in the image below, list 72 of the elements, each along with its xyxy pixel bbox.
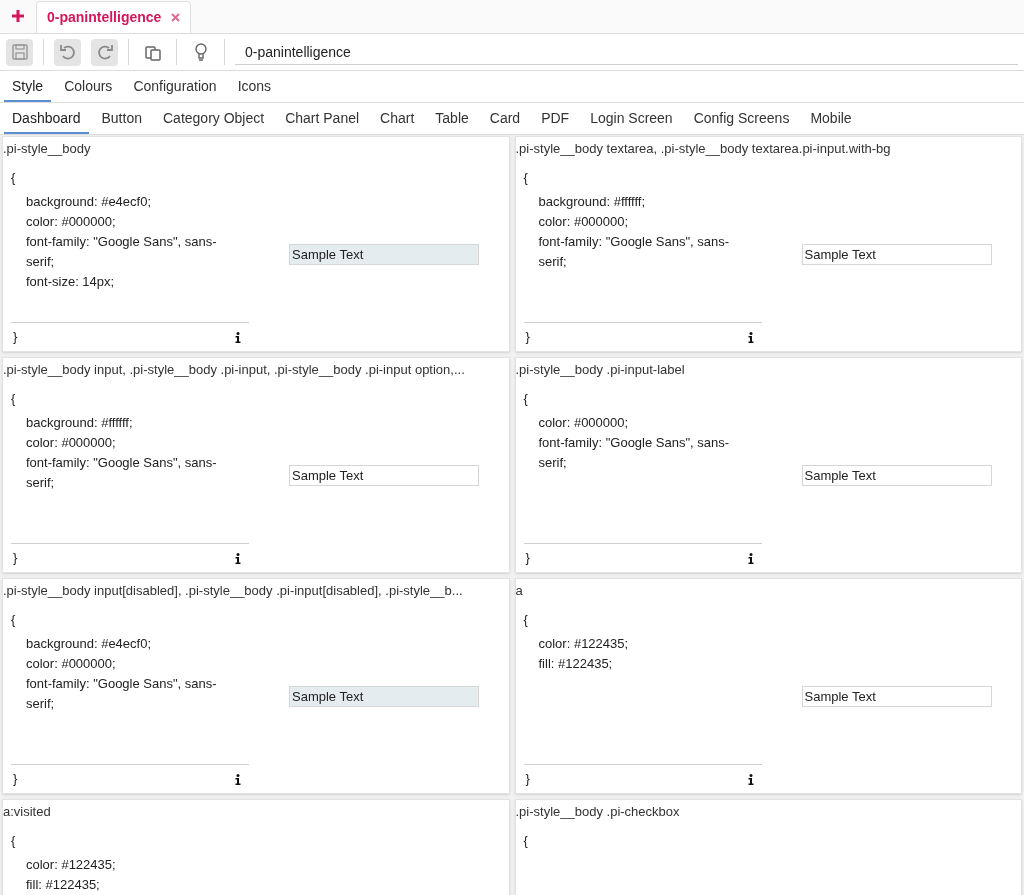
info-icon[interactable] <box>235 773 241 785</box>
sample-text-field[interactable]: Sample Text <box>801 243 992 265</box>
selector-title: .pi-style__body textarea, .pi-style__body textarea.pi-input.with-bg <box>515 140 892 157</box>
css-declaration: font-family: "Google Sans", sans-serif; <box>26 454 218 492</box>
tab[interactable]: Mobile <box>802 104 860 134</box>
undo-icon <box>57 42 78 62</box>
css-declaration: color: #000000; <box>538 414 630 432</box>
css-declaration: color: #000000; <box>26 213 117 231</box>
plus-icon <box>11 9 25 23</box>
css-declaration: color: #122435; <box>538 635 630 653</box>
css-declaration: background: #ffffff; <box>26 414 134 432</box>
tab[interactable]: Card <box>481 104 529 134</box>
selector-title: .pi-style__body input[disabled], .pi-style__body .pi-input[disabled], .pi-style__b... <box>3 582 464 599</box>
selector-title: .pi-style__body .pi-input-label <box>515 361 686 378</box>
selector-title: a <box>515 582 524 599</box>
brace-text: { <box>522 169 529 187</box>
tab[interactable]: Category Object <box>155 104 273 134</box>
tab[interactable]: Chart Panel <box>277 104 368 134</box>
css-declaration: background: #ffffff; <box>538 193 646 211</box>
tab[interactable]: Button <box>93 104 150 134</box>
document-tab[interactable]: 0-panintelligence <box>36 1 192 33</box>
css-declaration: color: #000000; <box>26 655 117 673</box>
close-icon[interactable] <box>171 13 181 22</box>
selector-title: .pi-style__body .pi-checkbox <box>515 803 681 820</box>
save-icon <box>9 42 30 62</box>
tab[interactable]: Login Screen <box>582 104 681 134</box>
css-declaration: fill: #122435; <box>26 876 101 894</box>
css-declaration: color: #000000; <box>538 213 630 231</box>
css-declaration: font-family: "Google Sans", sans-serif; <box>538 434 731 472</box>
tab[interactable]: Table <box>427 104 477 134</box>
css-declaration: background: #e4ecf0; <box>26 193 153 211</box>
brace-text: } <box>12 328 18 347</box>
selector-title: .pi-style__body input, .pi-style__body .pi-input, .pi-style__body .pi-input option,... <box>3 361 466 378</box>
sample-text-field[interactable]: Sample Text <box>289 464 479 486</box>
info-icon[interactable] <box>747 331 754 343</box>
css-declaration: background: #e4ecf0; <box>26 635 153 653</box>
css-declaration: color: #000000; <box>26 434 117 452</box>
brace-text: { <box>10 611 17 629</box>
css-declaration: font-family: "Google Sans", sans-serif; <box>26 675 218 713</box>
selector-title: .pi-style__body <box>3 140 92 157</box>
info-icon[interactable] <box>747 773 754 785</box>
brace-text: { <box>522 611 529 629</box>
tab[interactable]: Configuration <box>125 72 225 102</box>
sample-text-field[interactable]: Sample Text <box>801 685 992 707</box>
brace-text: { <box>10 832 17 850</box>
css-declaration: color: #122435; <box>26 856 117 874</box>
tab[interactable]: Chart <box>372 104 423 134</box>
css-declaration: font-size: 14px; <box>26 273 116 291</box>
sample-text-field[interactable]: Sample Text <box>289 243 479 265</box>
brace-text: } <box>524 328 530 347</box>
brace-text: { <box>522 832 529 850</box>
brace-text: { <box>522 390 529 408</box>
brace-text: } <box>524 770 530 789</box>
brace-text: { <box>10 169 17 187</box>
info-icon[interactable] <box>235 331 241 343</box>
css-declaration: fill: #122435; <box>538 655 614 673</box>
brace-text: } <box>524 549 530 568</box>
tab[interactable]: PDF <box>533 104 578 134</box>
tab[interactable]: Style <box>4 72 52 102</box>
sample-text-field[interactable]: Sample Text <box>801 464 992 486</box>
sample-text-field[interactable]: Sample Text <box>289 685 479 707</box>
brace-text: { <box>10 390 17 408</box>
css-declaration: font-family: "Google Sans", sans-serif; <box>538 233 731 271</box>
info-icon[interactable] <box>747 552 754 564</box>
brace-text: } <box>12 770 18 789</box>
css-declaration: font-family: "Google Sans", sans-serif; <box>26 233 218 271</box>
tab[interactable]: Icons <box>229 72 280 102</box>
info-icon[interactable] <box>235 552 241 564</box>
tab[interactable]: Colours <box>56 72 121 102</box>
tab[interactable]: Config Screens <box>685 104 798 134</box>
selector-title: a:visited <box>3 803 52 820</box>
brace-text: } <box>12 549 18 568</box>
